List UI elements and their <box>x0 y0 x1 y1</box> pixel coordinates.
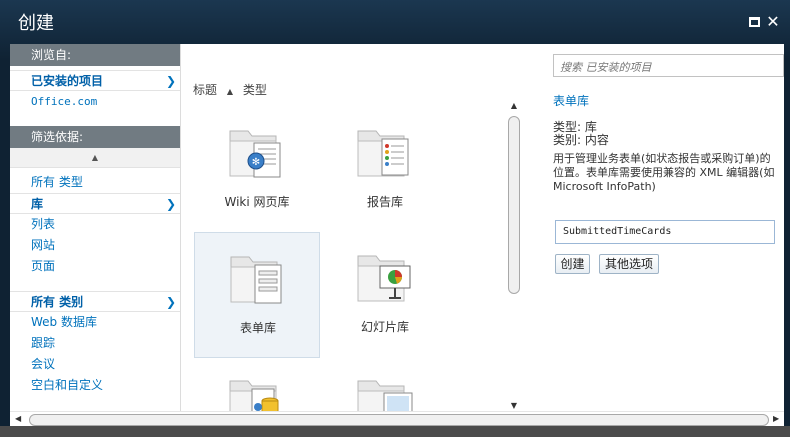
tile-label: 表单库 <box>239 321 276 335</box>
chevron-right-icon: ❯ <box>165 74 176 88</box>
collapse-strip[interactable]: ▲ <box>10 148 180 168</box>
nav-item-meetings[interactable]: 会议 <box>10 354 180 375</box>
nav-item-library[interactable]: 库 ❯ <box>10 193 180 214</box>
more-options-button[interactable]: 其他选项 <box>599 254 659 274</box>
title-bar: 创建 ✕ <box>0 0 790 44</box>
nav-item-tracking[interactable]: 跟踪 <box>10 333 180 354</box>
tile-data-connection-library[interactable] <box>194 357 320 411</box>
scroll-thumb[interactable] <box>29 414 769 426</box>
maximize-icon <box>748 17 760 27</box>
search-input[interactable]: 搜索 已安装的项目 <box>553 54 784 77</box>
svg-text:✻: ✻ <box>252 157 260 168</box>
chevron-right-icon: ❯ <box>165 197 176 211</box>
nav-item-label: 页面 <box>31 259 56 273</box>
create-dialog: 浏览自: 已安装的项目 ❯ Office.com 筛选依据: ▲ 所有 类型 库… <box>10 44 784 429</box>
nav-item-page[interactable]: 页面 <box>10 256 180 277</box>
tile-report-library[interactable]: 报告库 <box>322 107 448 233</box>
name-field[interactable]: SubmittedTimeCards <box>555 220 775 244</box>
nav-item-installed[interactable]: 已安装的项目 ❯ <box>10 70 180 91</box>
nav-item-label: 会议 <box>31 357 56 371</box>
nav-item-label: 列表 <box>31 217 56 231</box>
tile-label: Wiki 网页库 <box>224 195 290 209</box>
dialog-title: 创建 <box>18 13 54 34</box>
sort-by-type[interactable]: 类型 <box>243 83 267 97</box>
maximize-button[interactable] <box>746 14 762 30</box>
tile-label: 报告库 <box>366 195 403 209</box>
nav-item-list[interactable]: 列表 <box>10 214 180 235</box>
nav-item-all-categories[interactable]: 所有 类别 ❯ <box>10 291 180 312</box>
nav-item-web-database[interactable]: Web 数据库 <box>10 312 180 333</box>
sort-ascending-icon: ▲ <box>226 87 233 96</box>
nav-item-label: 库 <box>31 197 44 211</box>
triangle-up-icon: ▲ <box>91 153 99 162</box>
wiki-library-icon: ✻ <box>229 130 281 178</box>
nav-item-label: Office.com <box>31 95 98 108</box>
gallery-vertical-scrollbar[interactable]: ▲ ▼ <box>507 100 521 413</box>
nav-item-blank-custom[interactable]: 空白和自定义 <box>10 375 180 396</box>
tile-form-library[interactable]: 表单库 <box>194 232 320 358</box>
template-category: 类别: 内容 <box>553 133 609 147</box>
nav-item-site[interactable]: 网站 <box>10 235 180 256</box>
form-library-icon <box>230 256 282 304</box>
sort-bar: 标题 ▲ 类型 <box>193 81 267 98</box>
left-navigation: 浏览自: 已安装的项目 ❯ Office.com 筛选依据: ▲ 所有 类型 库… <box>10 44 181 411</box>
nav-item-office-com[interactable]: Office.com <box>10 91 180 112</box>
template-gallery: 标题 ▲ 类型 ✻ Wiki 网页库 报告库 表单库 幻灯片库 ▲ ▼ <box>182 44 524 413</box>
nav-item-label: 跟踪 <box>31 336 56 350</box>
report-library-icon <box>357 130 409 177</box>
scroll-thumb[interactable] <box>508 116 520 294</box>
sort-by-title[interactable]: 标题 <box>193 83 217 97</box>
template-title: 表单库 <box>553 94 590 108</box>
close-icon: ✕ <box>766 12 780 31</box>
close-button[interactable]: ✕ <box>765 14 781 30</box>
slide-library-icon <box>357 255 411 302</box>
tile-label: 幻灯片库 <box>360 320 409 334</box>
nav-item-label: 已安装的项目 <box>31 74 104 88</box>
filter-header: 筛选依据: <box>10 126 180 148</box>
scroll-right-icon[interactable]: ▶ <box>773 414 779 423</box>
nav-item-all-types[interactable]: 所有 类型 <box>10 172 180 193</box>
browse-header: 浏览自: <box>10 44 180 66</box>
scroll-left-icon[interactable]: ◀ <box>15 414 21 423</box>
picture-library-icon <box>357 380 413 411</box>
nav-item-label: 所有 类别 <box>31 295 84 309</box>
nav-item-label: 所有 类型 <box>31 175 83 189</box>
template-description: 用于管理业务表单(如状态报告或采购订单)的位置。表单库需要使用兼容的 XML 编… <box>553 152 775 193</box>
details-pane: 搜索 已安装的项目 表单库 类型: 库 类别: 内容 用于管理业务表单(如状态报… <box>552 44 784 411</box>
scroll-up-icon[interactable]: ▲ <box>507 100 521 112</box>
tile-wiki-library[interactable]: ✻ Wiki 网页库 <box>194 107 320 233</box>
data-connection-library-icon <box>229 380 279 411</box>
nav-item-label: 网站 <box>31 238 56 252</box>
chevron-right-icon: ❯ <box>165 295 176 309</box>
tile-slide-library[interactable]: 幻灯片库 <box>322 232 448 358</box>
nav-item-label: 空白和自定义 <box>31 378 104 392</box>
create-button[interactable]: 创建 <box>555 254 590 274</box>
page-behind-strip <box>0 426 790 437</box>
nav-item-label: Web 数据库 <box>31 315 97 329</box>
tile-picture-library[interactable] <box>322 357 448 411</box>
